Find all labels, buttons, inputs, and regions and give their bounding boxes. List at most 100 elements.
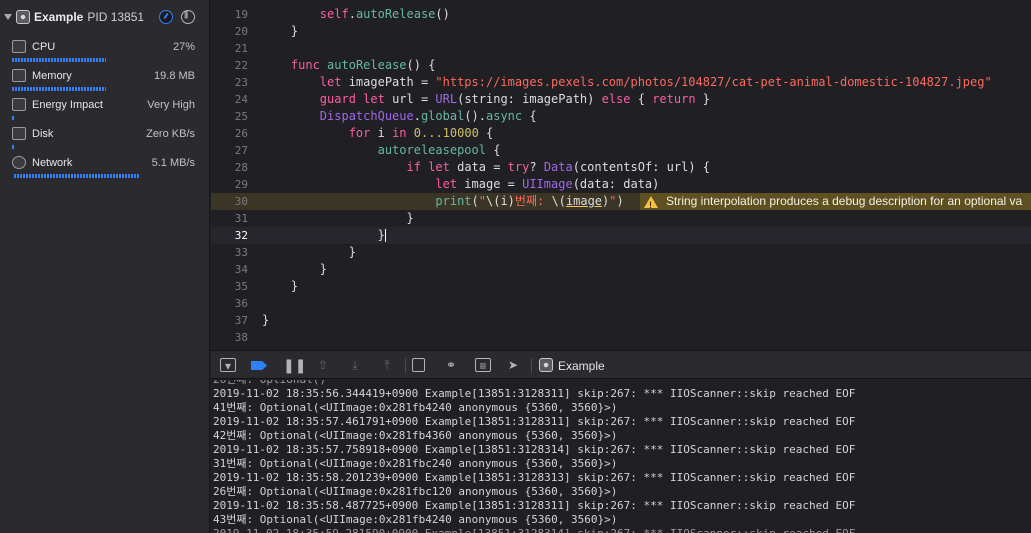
line-number: 24 [234, 93, 248, 106]
gauge-label: Memory [32, 70, 72, 82]
gauge-label: Network [32, 157, 73, 169]
memory-graph-icon[interactable]: ⚭ [443, 358, 459, 372]
code-text: } [262, 245, 356, 259]
step-over-icon[interactable]: ⇧ [315, 358, 331, 372]
process-name: Example [34, 10, 84, 24]
line-number: 28 [234, 161, 248, 174]
console-line: 2019-11-02 18:35:56.344419+0900 Example[… [213, 387, 856, 400]
code-line[interactable]: 21 [211, 40, 1031, 57]
code-line[interactable]: 35 } [211, 278, 1031, 295]
step-out-icon[interactable]: ⤒ [379, 358, 395, 372]
gauge-value: Very High [147, 99, 195, 111]
code-line[interactable]: 24 guard let url = URL(string: imagePath… [211, 91, 1031, 108]
line-number: 38 [234, 331, 248, 344]
code-line[interactable]: 38 [211, 329, 1031, 346]
gauge-value: 27% [172, 41, 195, 53]
line-number: 29 [234, 178, 248, 191]
console-line: 2019-11-02 18:35:57.461791+0900 Example[… [213, 415, 856, 428]
disclosure-triangle-icon[interactable] [4, 14, 12, 20]
code-line[interactable]: 28 if let data = try? Data(contentsOf: u… [211, 159, 1031, 176]
line-number: 21 [234, 42, 248, 55]
code-text: for i in 0...10000 { [348, 126, 494, 140]
app-icon [539, 358, 553, 372]
line-number: 20 [234, 25, 248, 38]
warning-icon [644, 195, 658, 210]
globe-icon [12, 156, 26, 169]
code-text: self.autoRelease() [319, 7, 450, 21]
console-line-partial: 2019-11-02 18:35:59.281590+0900 Example[… [213, 527, 855, 533]
code-text: autoreleasepool { [377, 143, 501, 157]
debug-gauge-icon[interactable] [159, 10, 173, 24]
sparkline [12, 116, 14, 120]
warning-message: String interpolation produces a debug de… [666, 194, 1023, 208]
code-line[interactable]: 19 self.autoRelease() [211, 6, 1031, 23]
code-text: } [262, 279, 299, 293]
code-line[interactable]: 33 } [211, 244, 1031, 261]
code-line[interactable]: 29 let image = UIImage(data: data) [211, 176, 1031, 193]
code-line[interactable]: 30 print("\(i)번째: \(image)") String inter… [211, 193, 1031, 210]
gauge-value: 19.8 MB [154, 70, 195, 82]
line-number: 27 [234, 144, 248, 157]
process-row[interactable]: Example PID 13851 [0, 0, 209, 34]
line-number: 35 [234, 280, 248, 293]
breakpoints-toggle-icon[interactable] [251, 361, 267, 370]
gauge-energy[interactable]: Energy Impact Very High [0, 92, 209, 121]
line-number: 36 [234, 297, 248, 310]
toolbar-divider [531, 358, 532, 373]
code-text: func autoRelease() { [290, 58, 436, 72]
battery-icon [12, 98, 26, 111]
code-line[interactable]: 31 } [211, 210, 1031, 227]
code-text: let imagePath = "https://images.pexels.c… [319, 75, 992, 89]
gauge-disk[interactable]: Disk Zero KB/s [0, 121, 209, 150]
gauge-value: Zero KB/s [146, 128, 195, 140]
gauge-memory[interactable]: Memory 19.8 MB [0, 63, 209, 92]
code-text: print("\(i)번째: \(image)") [435, 194, 624, 208]
debug-navigator: Example PID 13851 CPU 27% Memory 19.8 MB… [0, 0, 210, 533]
gauge-cpu[interactable]: CPU 27% [0, 34, 209, 63]
disk-icon [12, 127, 26, 140]
code-text: } [262, 24, 299, 38]
app-icon [16, 10, 30, 24]
code-line[interactable]: 27 autoreleasepool { [211, 142, 1031, 159]
cpu-icon [12, 40, 26, 53]
code-line[interactable]: 25 DispatchQueue.global().async { [211, 108, 1031, 125]
code-line[interactable]: 26 for i in 0...10000 { [211, 125, 1031, 142]
sparkline [12, 87, 106, 91]
console-line: 2019-11-02 18:35:58.487725+0900 Example[… [213, 499, 856, 512]
code-text: if let data = try? Data(contentsOf: url)… [406, 160, 711, 174]
console-line: 31번째: Optional(<UIImage:0x281fbc240 anon… [213, 457, 618, 470]
code-line[interactable]: 23 let imagePath = "https://images.pexel… [211, 74, 1031, 91]
gauge-label: Disk [32, 128, 54, 140]
simulate-location-icon[interactable]: ➤ [505, 358, 521, 372]
process-pid: PID 13851 [87, 10, 145, 24]
process-selector[interactable]: Example [558, 359, 605, 373]
pause-icon[interactable]: ❚❚ [283, 358, 306, 372]
code-text: DispatchQueue.global().async { [319, 109, 537, 123]
code-line[interactable]: 22 func autoRelease() { [211, 57, 1031, 74]
code-line[interactable]: 34 } [211, 261, 1031, 278]
text-cursor [384, 229, 386, 242]
console-line: 43번째: Optional(<UIImage:0x281fb4240 anon… [213, 513, 618, 526]
line-number: 19 [234, 8, 248, 21]
sparkline [14, 174, 139, 178]
code-line[interactable]: 37} [211, 312, 1031, 329]
sparkline [12, 145, 15, 149]
line-number: 25 [234, 110, 248, 123]
view-hierarchy-icon[interactable] [412, 358, 425, 372]
code-line[interactable]: 36 [211, 295, 1031, 312]
step-into-icon[interactable]: ⤓ [347, 358, 363, 372]
code-text: let image = UIImage(data: data) [435, 177, 660, 191]
threads-view-icon[interactable] [181, 10, 195, 24]
console-line: 26번째: Optional(<UIImage:0x281fbc120 anon… [213, 485, 618, 498]
code-text: } [262, 313, 270, 327]
gauge-network[interactable]: Network 5.1 MB/s [0, 150, 209, 179]
source-editor[interactable]: 19 self.autoRelease() 20 } 21 22 func autoR… [211, 0, 1031, 350]
debug-console[interactable]: 26번째: Optional() 2019-11-02 18:35:56.344… [211, 380, 1031, 533]
line-number: 23 [234, 76, 248, 89]
code-line[interactable]: 20 } [211, 23, 1031, 40]
line-number: 32 [234, 229, 248, 242]
environment-overrides-icon[interactable]: ≡ [475, 358, 491, 373]
code-line[interactable]: 32 } [211, 227, 1031, 244]
hide-console-icon[interactable]: ▾ [220, 358, 236, 373]
warning-annotation[interactable]: String interpolation produces a debug de… [640, 193, 1031, 210]
